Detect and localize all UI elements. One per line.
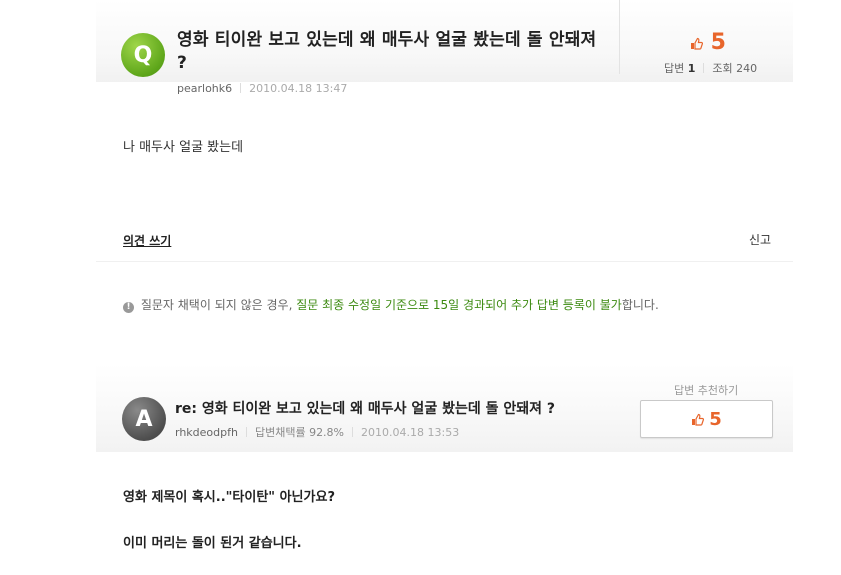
notice-highlight: 질문 최종 수정일 기준으로 15일 경과되어 추가 답변 등록이 불가 bbox=[296, 298, 622, 312]
question-recommend-count: 5 bbox=[690, 30, 726, 55]
question-badge-q: Q bbox=[121, 33, 165, 77]
question-recommend-value: 5 bbox=[710, 30, 726, 55]
answer-adopt-rate: 답변채택률 92.8% bbox=[254, 426, 345, 439]
views-label: 조회 bbox=[712, 62, 733, 75]
answer-body-line: 영화 제목이 혹시.."타이탄" 아닌가요? bbox=[123, 490, 335, 505]
notice-text: ! 질문자 채택이 되지 않은 경우, 질문 최종 수정일 기준으로 15일 경… bbox=[123, 296, 659, 313]
thumbs-up-icon bbox=[692, 413, 705, 426]
report-link[interactable]: 신고 bbox=[749, 231, 771, 248]
question-date: 2010.04.18 13:47 bbox=[249, 82, 348, 95]
divider bbox=[96, 261, 793, 262]
question-title: 영화 티이완 보고 있는데 왜 매두사 얼굴 봤는데 돌 안돼져 ? bbox=[177, 30, 597, 73]
question-body: 나 매두사 얼굴 봤는데 bbox=[123, 140, 244, 155]
notice-suffix: 합니다. bbox=[621, 298, 659, 312]
meta-separator bbox=[352, 427, 354, 437]
thumbs-up-icon bbox=[691, 37, 703, 50]
meta-separator bbox=[245, 427, 247, 437]
info-icon: ! bbox=[123, 302, 134, 313]
answer-recommend-label: 답변 추천하기 bbox=[674, 384, 739, 397]
answer-body-line: 이미 머리는 돌이 된거 같습니다. bbox=[123, 536, 302, 551]
answers-count: 1 bbox=[687, 62, 696, 75]
question-header-divider bbox=[619, 0, 620, 74]
answer-recommend-count: 5 bbox=[709, 408, 722, 430]
views-count: 240 bbox=[736, 62, 758, 75]
question-meta: pearlohk6 2010.04.18 13:47 bbox=[177, 82, 347, 95]
question-author[interactable]: pearlohk6 bbox=[177, 82, 232, 95]
answers-label: 답변 bbox=[664, 62, 685, 75]
notice-prefix: 질문자 채택이 되지 않은 경우, bbox=[140, 298, 293, 312]
answer-badge-a: A bbox=[122, 397, 166, 441]
answer-meta: rhkdeodpfh 답변채택률 92.8% 2010.04.18 13:53 bbox=[175, 424, 459, 440]
answer-date: 2010.04.18 13:53 bbox=[361, 426, 460, 439]
opinion-write-link[interactable]: 의견 쓰기 bbox=[123, 232, 171, 249]
question-stats: 답변 1 조회 240 bbox=[664, 60, 757, 76]
answer-recommend-button[interactable]: 5 bbox=[640, 400, 773, 438]
answer-author[interactable]: rhkdeodpfh bbox=[175, 426, 238, 439]
answer-title: re: 영화 티이완 보고 있는데 왜 매두사 얼굴 봤는데 돌 안돼져 ? bbox=[175, 401, 555, 417]
stats-separator bbox=[703, 63, 705, 73]
meta-separator bbox=[240, 83, 242, 93]
